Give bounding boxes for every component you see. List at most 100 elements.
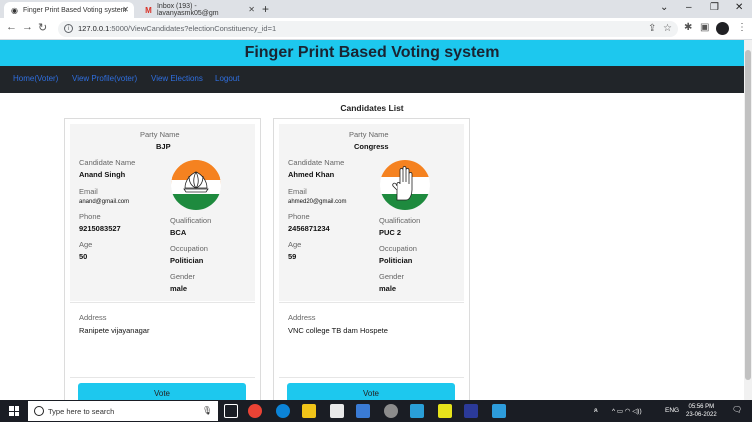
candidate-age: 50 xyxy=(79,252,88,261)
page-header: Finger Print Based Voting system xyxy=(0,40,744,66)
site-info-icon[interactable]: i xyxy=(64,24,73,33)
windows-start-icon[interactable] xyxy=(9,406,19,416)
chrome-icon[interactable] xyxy=(248,404,262,418)
candidate-address: VNC college TB dam Hospete xyxy=(288,326,388,335)
browser-tab-strip: ◉ Finger Print Based Voting system ✕ M I… xyxy=(0,0,752,18)
microphone-icon[interactable]: 🎙 xyxy=(202,406,212,415)
address-label: Address xyxy=(288,313,316,322)
party-label: Party Name xyxy=(349,130,389,139)
people-icon[interactable]: ጸ xyxy=(594,407,598,415)
navbar: Home(Voter) View Profile(voter) View Ele… xyxy=(0,66,744,93)
candidates-list-title: Candidates List xyxy=(340,103,404,113)
qualification-label: Qualification xyxy=(170,216,212,225)
app-icon[interactable] xyxy=(410,404,424,418)
menu-icon[interactable]: ⋮ xyxy=(737,22,747,33)
party-name: Congress xyxy=(354,142,389,151)
candidate-occupation: Politician xyxy=(379,256,413,265)
phone-label: Phone xyxy=(288,212,310,221)
page-title: Finger Print Based Voting system xyxy=(244,44,500,61)
qualification-label: Qualification xyxy=(379,216,421,225)
gender-label: Gender xyxy=(170,272,196,281)
party-label: Party Name xyxy=(140,130,180,139)
close-tab-icon[interactable]: ✕ xyxy=(248,5,255,14)
candidate-name: Ahmed Khan xyxy=(288,170,335,179)
hand-icon xyxy=(380,160,430,210)
divider xyxy=(70,302,255,303)
profile-avatar[interactable] xyxy=(716,22,729,35)
nav-logout[interactable]: Logout xyxy=(215,74,239,83)
candidate-card: Party Name Congress Candidate Name Ahmed… xyxy=(273,118,470,408)
nav-view-profile[interactable]: View Profile(voter) xyxy=(72,74,137,83)
search-icon xyxy=(34,406,44,416)
language-indicator[interactable]: ENG xyxy=(665,407,679,414)
age-label: Age xyxy=(79,240,93,249)
edge-icon[interactable] xyxy=(276,404,290,418)
lotus-icon xyxy=(171,160,221,210)
candidate-age: 59 xyxy=(288,252,297,261)
new-tab-button[interactable]: + xyxy=(262,2,269,16)
nav-view-elections[interactable]: View Elections xyxy=(151,74,203,83)
forward-icon[interactable]: → xyxy=(22,21,33,33)
phone-label: Phone xyxy=(79,212,101,221)
search-placeholder: Type here to search xyxy=(48,407,115,416)
candidate-card: Party Name BJP Candidate Name Anand Sing… xyxy=(64,118,261,408)
app-icon[interactable] xyxy=(492,404,506,418)
windows-taskbar: Type here to search 🎙 ጸ ^ ▭ ◠ ◁)) ENG 05… xyxy=(0,400,752,422)
address-label: Address xyxy=(79,313,107,322)
share-icon[interactable]: ⇪ xyxy=(648,23,656,34)
extensions-icon[interactable]: ✱ xyxy=(684,22,692,33)
candidate-gender: male xyxy=(379,284,397,293)
page-scrollbar[interactable] xyxy=(744,40,752,400)
email-label: Email xyxy=(79,187,98,196)
scrollbar-thumb[interactable] xyxy=(745,50,751,380)
candidate-details: Party Name BJP Candidate Name Anand Sing… xyxy=(70,124,255,301)
back-icon[interactable]: ← xyxy=(6,21,17,33)
clock-time: 05:56 PM xyxy=(688,404,715,410)
close-tab-icon[interactable]: ✕ xyxy=(122,5,129,14)
tab-inbox[interactable]: M Inbox (193) - lavanyasmk05@gm ✕ xyxy=(138,2,260,18)
divider xyxy=(279,302,464,303)
tab-title: Finger Print Based Voting system xyxy=(23,6,127,14)
candidate-details: Party Name Congress Candidate Name Ahmed… xyxy=(279,124,464,301)
app-icon[interactable] xyxy=(356,404,370,418)
email-label: Email xyxy=(288,187,307,196)
notifications-icon[interactable]: 🗨 xyxy=(732,405,742,414)
tab-search-icon[interactable]: ⌄ xyxy=(660,2,668,13)
file-explorer-icon[interactable] xyxy=(302,404,316,418)
browser-toolbar: ← → ↻ i 127.0.0.1:5000/ViewCandidates?el… xyxy=(0,18,752,40)
app-icon[interactable] xyxy=(464,404,478,418)
tab-title: Inbox (193) - lavanyasmk05@gm xyxy=(156,3,219,17)
tray-icons[interactable]: ^ ▭ ◠ ◁)) xyxy=(612,407,642,415)
candidate-label: Candidate Name xyxy=(288,158,345,167)
reload-icon[interactable]: ↻ xyxy=(38,21,47,34)
app-icon[interactable] xyxy=(438,404,452,418)
close-window-icon[interactable]: ✕ xyxy=(735,2,743,13)
task-view-icon[interactable] xyxy=(224,404,238,418)
tab-voting-system[interactable]: ◉ Finger Print Based Voting system ✕ xyxy=(4,2,134,18)
candidate-label: Candidate Name xyxy=(79,158,136,167)
candidate-phone: 2456871234 xyxy=(288,224,330,233)
age-label: Age xyxy=(288,240,302,249)
app-icon[interactable] xyxy=(384,404,398,418)
occupation-label: Occupation xyxy=(379,244,417,253)
taskbar-search[interactable]: Type here to search 🎙 xyxy=(28,401,218,421)
taskbar-clock[interactable]: 05:56 PM 23-06-2022 xyxy=(686,403,717,419)
candidate-qualification: BCA xyxy=(170,228,187,237)
gmail-icon: M xyxy=(145,5,152,15)
clock-date: 23-06-2022 xyxy=(686,412,717,418)
occupation-label: Occupation xyxy=(170,244,208,253)
url-text: 127.0.0.1:5000/ViewCandidates?electionCo… xyxy=(78,24,277,33)
nav-home-voter[interactable]: Home(Voter) xyxy=(13,74,58,83)
minimize-icon[interactable]: – xyxy=(686,2,692,13)
candidate-phone: 9215083527 xyxy=(79,224,121,233)
candidate-name: Anand Singh xyxy=(79,170,126,179)
restore-icon[interactable]: ❐ xyxy=(710,2,719,13)
side-panel-icon[interactable]: ▣ xyxy=(700,22,709,33)
candidate-occupation: Politician xyxy=(170,256,204,265)
address-bar[interactable]: i 127.0.0.1:5000/ViewCandidates?election… xyxy=(58,21,678,37)
candidate-address: Ranipete vijayanagar xyxy=(79,326,150,335)
bookmark-star-icon[interactable]: ☆ xyxy=(663,23,672,34)
divider xyxy=(279,377,464,378)
store-icon[interactable] xyxy=(330,404,344,418)
gender-label: Gender xyxy=(379,272,405,281)
